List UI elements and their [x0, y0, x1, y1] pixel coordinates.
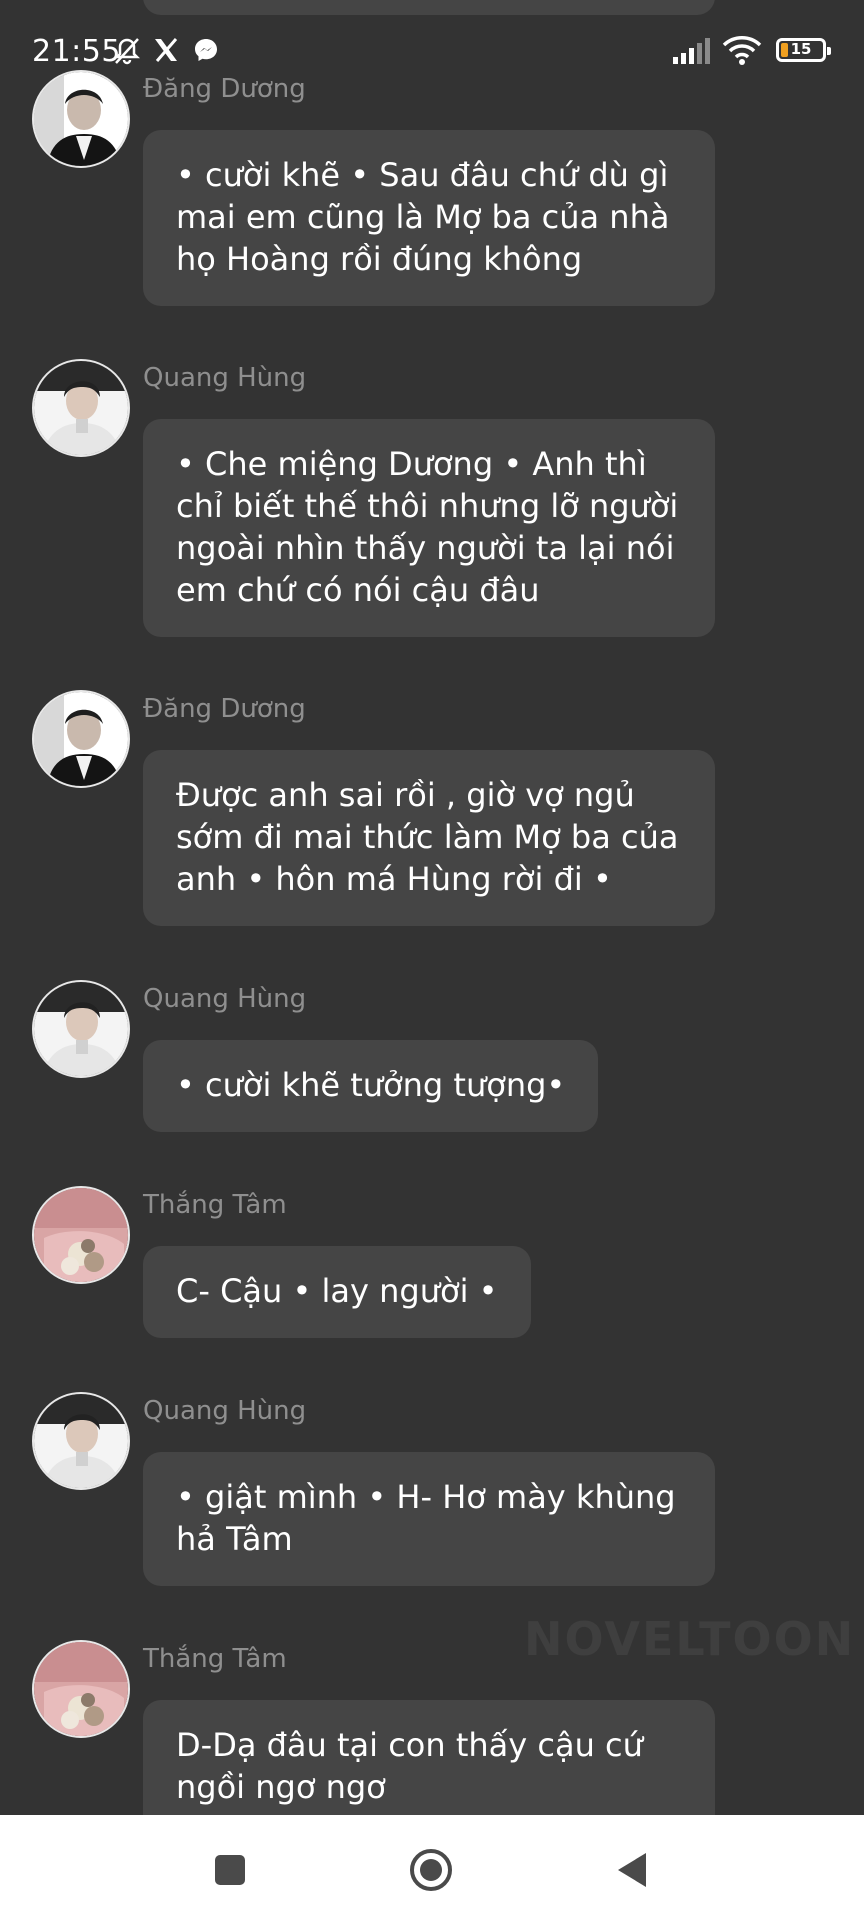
- avatar-thang-tam[interactable]: [32, 1640, 130, 1738]
- message-bubble[interactable]: Được anh sai rồi , giờ vợ ngủ sớm đi mai…: [143, 750, 715, 926]
- sender-name: Quang Hùng: [143, 984, 307, 1014]
- battery-level: 15: [790, 40, 812, 58]
- message-bubble[interactable]: • cười khẽ • Sau đâu chứ dù gì mai em cũ…: [143, 130, 715, 306]
- sender-name: Đăng Dương: [143, 74, 306, 104]
- avatar-quang-hung[interactable]: [32, 359, 130, 457]
- avatar-dang-duong[interactable]: [32, 70, 130, 168]
- status-time: 21:55: [32, 34, 121, 69]
- back-button[interactable]: [607, 1845, 657, 1895]
- status-bar: 21:55 15: [0, 0, 864, 100]
- recent-apps-button[interactable]: [205, 1845, 255, 1895]
- sender-name: Quang Hùng: [143, 1396, 307, 1426]
- message-bubble[interactable]: D-Dạ đâu tại con thấy cậu cứ ngồi ngơ ng…: [143, 1700, 715, 1834]
- avatar-quang-hung[interactable]: [32, 1392, 130, 1490]
- sender-name: Thắng Tâm: [143, 1190, 287, 1220]
- sender-name: Quang Hùng: [143, 363, 307, 393]
- battery-icon: 15: [776, 38, 831, 62]
- avatar-thang-tam[interactable]: [32, 1186, 130, 1284]
- message-bubble[interactable]: • Che miệng Dương • Anh thì chỉ biết thế…: [143, 419, 715, 637]
- avatar-quang-hung[interactable]: [32, 980, 130, 1078]
- wifi-icon: [722, 34, 762, 70]
- message-bubble[interactable]: C- Cậu • lay người •: [143, 1246, 531, 1338]
- sender-name: Thắng Tâm: [143, 1644, 287, 1674]
- notifications-muted-icon: [112, 36, 142, 70]
- navigation-bar: [0, 1815, 864, 1920]
- avatar-dang-duong[interactable]: [32, 690, 130, 788]
- sender-name: Đăng Dương: [143, 694, 306, 724]
- message-bubble[interactable]: • cười khẽ tưởng tượng•: [143, 1040, 599, 1132]
- messenger-icon: [192, 36, 220, 68]
- x-app-icon: [152, 36, 180, 68]
- previous-message-bubble: [143, 0, 715, 15]
- signal-icon: [672, 38, 712, 68]
- noveltoon-watermark: NOVELTOON: [524, 1612, 856, 1666]
- message-bubble[interactable]: • giật mình • H- Hơ mày khùng hả Tâm: [143, 1452, 715, 1586]
- home-button[interactable]: [406, 1845, 456, 1895]
